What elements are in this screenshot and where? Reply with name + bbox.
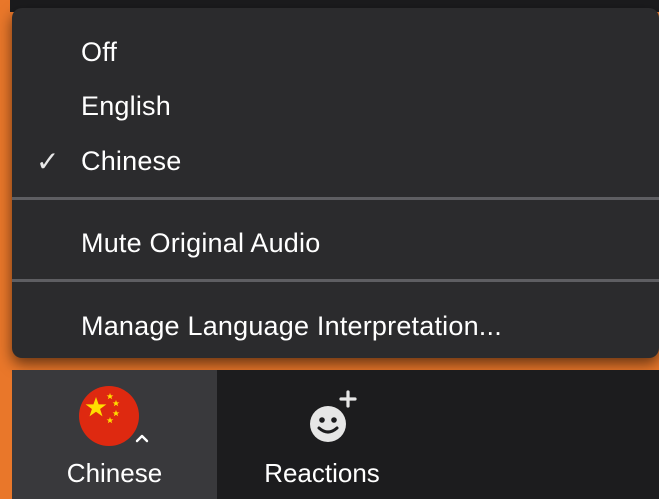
language-interpretation-menu: Off English ✓ Chinese Mute Original Audi… bbox=[12, 8, 659, 358]
menu-item-english-label: English bbox=[81, 90, 171, 121]
menu-item-manage-label: Manage Language Interpretation... bbox=[81, 310, 502, 341]
add-reaction-icon bbox=[310, 390, 357, 442]
interpretation-button-label: Chinese bbox=[66, 458, 163, 488]
checkmark-icon: ✓ bbox=[36, 145, 60, 177]
reactions-button-label: Reactions bbox=[264, 458, 380, 488]
chevron-up-icon[interactable] bbox=[134, 432, 150, 444]
menu-item-mute-original-audio[interactable]: Mute Original Audio bbox=[12, 221, 659, 265]
menu-item-chinese-label: Chinese bbox=[81, 145, 182, 176]
menu-item-off-label: Off bbox=[81, 36, 118, 67]
menu-item-off[interactable]: Off bbox=[12, 30, 659, 74]
china-flag-icon bbox=[79, 386, 139, 446]
app-frame: Off English ✓ Chinese Mute Original Audi… bbox=[0, 0, 659, 499]
interpretation-button[interactable]: Chinese bbox=[12, 370, 217, 499]
menu-item-mute-label: Mute Original Audio bbox=[81, 227, 321, 258]
menu-divider bbox=[12, 197, 659, 200]
meeting-toolbar: Chinese Reactions bbox=[12, 370, 659, 499]
menu-divider bbox=[12, 279, 659, 282]
menu-item-english[interactable]: English bbox=[12, 84, 659, 128]
menu-item-chinese[interactable]: ✓ Chinese bbox=[12, 139, 659, 183]
reactions-button[interactable]: Reactions bbox=[224, 370, 420, 499]
menu-item-manage-interpretation[interactable]: Manage Language Interpretation... bbox=[12, 304, 659, 348]
